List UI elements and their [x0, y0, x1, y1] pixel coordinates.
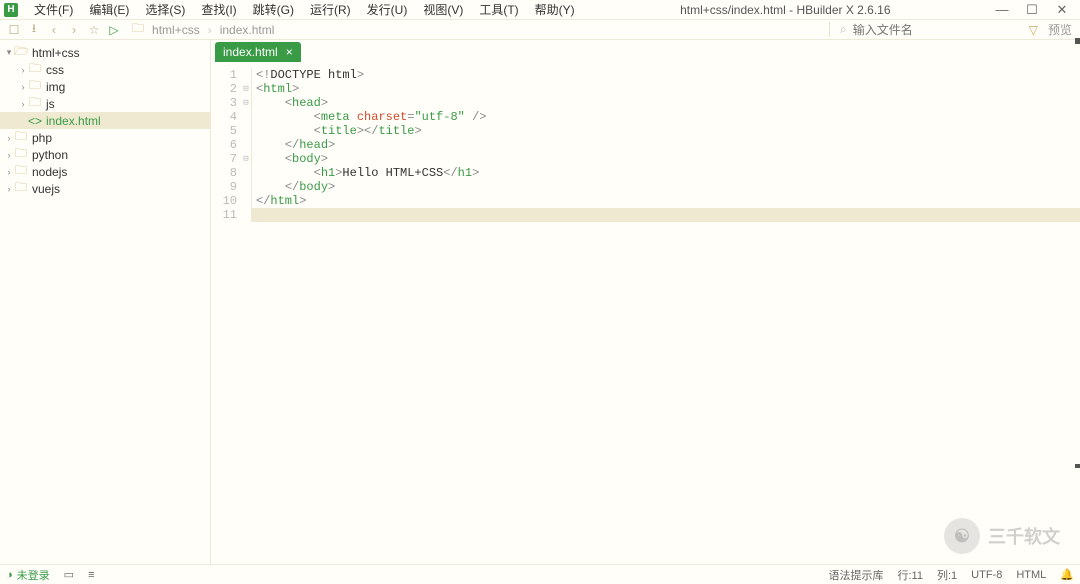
code-line[interactable]: <h1>Hello HTML+CSS</h1> [251, 166, 1080, 180]
chevron-icon[interactable]: › [18, 82, 28, 92]
chevron-icon[interactable]: › [4, 133, 14, 143]
code-line[interactable]: </head> [251, 138, 1080, 152]
menu-bar: H 文件(F)编辑(E)选择(S)查找(I)跳转(G)运行(R)发行(U)视图(… [0, 0, 1080, 20]
close-button[interactable]: ✕ [1054, 2, 1070, 18]
nav-back-icon[interactable]: ‹ [44, 23, 64, 37]
tree-label: nodejs [32, 165, 67, 179]
code-line[interactable]: <head> [251, 96, 1080, 110]
editor-pane: index.html × 1234567891011 ⊟⊟⊟ <!DOCTYPE… [211, 40, 1080, 564]
code-line[interactable] [251, 208, 1080, 222]
menu-item[interactable]: 运行(R) [302, 1, 359, 18]
tab-close-icon[interactable]: × [286, 45, 293, 59]
line-gutter: 1234567891011 [211, 68, 241, 564]
project-explorer: ▾🗁html+css›🗀css›🗀img›🗀js<>index.html›🗀ph… [0, 40, 211, 564]
folder-icon: 🗀 [14, 178, 28, 199]
folder-icon: 🗀 [132, 19, 144, 40]
toolbar: ☐ ⭳ ‹ › ☆ ▷ 🗀 html+css › index.html ⌕ ▽ … [0, 20, 1080, 40]
language-mode[interactable]: HTML [1016, 569, 1046, 581]
star-icon[interactable]: ☆ [84, 23, 104, 37]
filter-icon[interactable]: ▽ [1023, 23, 1044, 37]
file-icon: <> [28, 114, 42, 128]
breadcrumb-separator: › [208, 23, 212, 37]
syntax-library[interactable]: 语法提示库 [829, 567, 884, 583]
search-input[interactable] [853, 23, 1013, 37]
cursor-col: 列:1 [937, 567, 957, 583]
menu-item[interactable]: 文件(F) [26, 1, 81, 18]
menu-item[interactable]: 帮助(Y) [527, 1, 583, 18]
tree-label: index.html [46, 114, 101, 128]
chevron-icon[interactable]: › [18, 99, 28, 109]
folder-tree-item[interactable]: ›🗀 js [0, 95, 210, 112]
login-status[interactable]: ◑ 未登录 [6, 567, 50, 583]
chevron-icon[interactable]: ▾ [4, 47, 14, 58]
file-search: ⌕ [829, 22, 1013, 37]
folder-tree-item[interactable]: ›🗀python [0, 146, 210, 163]
main-area: ▾🗁html+css›🗀css›🗀img›🗀js<>index.html›🗀ph… [0, 40, 1080, 564]
breadcrumb: 🗀 html+css › index.html [132, 19, 274, 40]
list-icon[interactable]: ≡ [88, 569, 94, 581]
new-file-icon[interactable]: ☐ [4, 23, 24, 37]
chevron-icon[interactable]: › [4, 167, 14, 177]
tree-label: python [32, 148, 68, 162]
code-line[interactable]: <meta charset="utf-8" /> [251, 110, 1080, 124]
tab-index-html[interactable]: index.html × [215, 42, 301, 62]
app-icon: H [4, 3, 18, 17]
menu-item[interactable]: 发行(U) [359, 1, 416, 18]
window-controls: — ☐ ✕ [988, 2, 1076, 18]
bell-icon[interactable]: 🔔 [1060, 568, 1074, 581]
code-line[interactable]: <body> [251, 152, 1080, 166]
menu-item[interactable]: 选择(S) [137, 1, 193, 18]
code-editor[interactable]: 1234567891011 ⊟⊟⊟ <!DOCTYPE html><html> … [211, 62, 1080, 564]
tree-label: css [46, 63, 64, 77]
maximize-button[interactable]: ☐ [1024, 2, 1040, 18]
tree-label: html+css [32, 46, 80, 60]
menu-item[interactable]: 视图(V) [415, 1, 471, 18]
code-line[interactable]: <html> [251, 82, 1080, 96]
tab-label: index.html [223, 45, 278, 59]
menu-item[interactable]: 查找(I) [193, 1, 244, 18]
chevron-icon[interactable]: › [4, 184, 14, 194]
menu-item[interactable]: 工具(T) [471, 1, 526, 18]
file-tree-item[interactable]: <> index.html [0, 112, 210, 129]
window-title: html+css/index.html - HBuilder X 2.6.16 [583, 3, 988, 17]
save-icon[interactable]: ⭳ [24, 19, 44, 40]
tree-label: vuejs [32, 182, 60, 196]
tree-label: php [32, 131, 52, 145]
nav-forward-icon[interactable]: › [64, 23, 84, 37]
chevron-icon[interactable]: › [4, 150, 14, 160]
tree-label: img [46, 80, 65, 94]
terminal-icon[interactable]: ▭ [64, 568, 74, 581]
code-line[interactable]: </body> [251, 180, 1080, 194]
menu-item[interactable]: 编辑(E) [81, 1, 137, 18]
code-line[interactable]: <!DOCTYPE html> [251, 68, 1080, 82]
scroll-marks [1075, 38, 1080, 508]
run-icon[interactable]: ▷ [104, 23, 124, 37]
status-bar: ◑ 未登录 ▭ ≡ 语法提示库 行:11 列:1 UTF-8 HTML 🔔 [0, 564, 1080, 584]
minimize-button[interactable]: — [994, 2, 1010, 18]
folder-icon: 🗁 [14, 42, 28, 63]
user-icon: ◑ [6, 569, 13, 581]
folder-tree-item[interactable]: ›🗀 vuejs [0, 180, 210, 197]
cursor-line: 行:11 [898, 567, 923, 583]
menu-item[interactable]: 跳转(G) [245, 1, 302, 18]
chevron-icon[interactable]: › [18, 65, 28, 75]
code-area[interactable]: <!DOCTYPE html><html> <head> <meta chars… [251, 68, 1080, 564]
search-icon: ⌕ [840, 22, 847, 37]
fold-gutter: ⊟⊟⊟ [241, 68, 251, 564]
tree-label: js [46, 97, 55, 111]
folder-tree-item[interactable]: ›🗀php [0, 129, 210, 146]
folder-icon: 🗀 [28, 93, 42, 114]
preview-button[interactable]: 预览 [1044, 21, 1076, 38]
folder-tree-item[interactable]: ›🗀nodejs [0, 163, 210, 180]
encoding[interactable]: UTF-8 [971, 569, 1002, 581]
code-line[interactable]: <title></title> [251, 124, 1080, 138]
breadcrumb-item[interactable]: index.html [220, 23, 275, 37]
tab-bar: index.html × [211, 40, 1080, 62]
code-line[interactable]: </html> [251, 194, 1080, 208]
breadcrumb-item[interactable]: html+css [152, 23, 200, 37]
